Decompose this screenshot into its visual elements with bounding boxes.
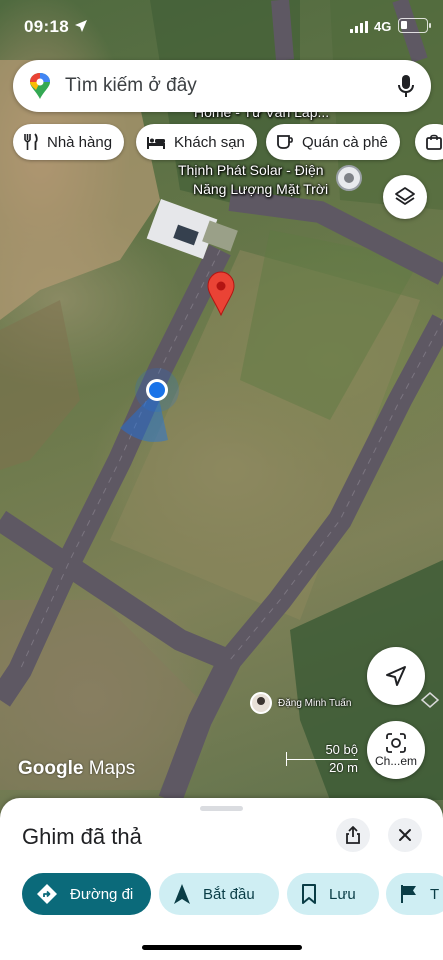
save-button[interactable]: Lưu: [287, 873, 379, 915]
chip-label: Khách sạn: [174, 133, 245, 151]
layers-icon: [395, 187, 415, 205]
lens-button[interactable]: Ch...em: [367, 721, 425, 779]
location-arrow-icon: [75, 20, 87, 32]
layers-button[interactable]: [383, 175, 427, 219]
map-scale: 50 bộ 20 m: [286, 740, 358, 776]
shared-user-name: Đặng Minh Tuấn: [278, 697, 352, 709]
chip-label: Nhà hàng: [47, 133, 113, 151]
bookmark-icon: [302, 884, 316, 904]
chip-label: Quán cà phê: [302, 133, 388, 151]
microphone-icon[interactable]: [397, 74, 415, 98]
save-label: Lưu: [329, 885, 356, 903]
close-icon: [399, 829, 411, 841]
battery-icon: [398, 18, 431, 33]
navigation-arrow-icon: [174, 884, 190, 904]
label-label: T: [430, 885, 440, 903]
shopping-bag-icon: [426, 134, 442, 150]
category-chips: Nhà hàng Khách sạn Quán cà phê: [13, 124, 443, 160]
scale-imperial: 50 bộ: [325, 742, 358, 757]
sheet-title: Ghim đã thả: [22, 824, 142, 849]
shared-location-marker[interactable]: Đặng Minh Tuấn: [250, 692, 351, 714]
share-icon: [346, 826, 360, 844]
action-buttons: Đường đi Bắt đầu Lưu T: [22, 873, 443, 915]
avatar: [250, 692, 272, 714]
google-maps-logo: Google Maps: [18, 758, 135, 780]
close-button[interactable]: [388, 818, 422, 852]
flag-icon: [401, 885, 416, 903]
search-bar[interactable]: Tìm kiếm ở đây: [13, 60, 431, 112]
bed-icon: [147, 137, 165, 149]
camera-lens-icon: [386, 732, 406, 753]
google-wordmark: Google: [18, 758, 84, 779]
signal-bars-icon: [350, 21, 368, 33]
chip-restaurants[interactable]: Nhà hàng: [13, 124, 125, 160]
start-button[interactable]: Bắt đầu: [159, 873, 279, 915]
poi-label-line2[interactable]: Năng Lượng Mặt Trời: [193, 181, 328, 197]
directions-icon: [37, 884, 57, 904]
scale-metric: 20 m: [329, 760, 358, 775]
google-maps-pin-icon: [30, 73, 50, 99]
coffee-cup-icon: [277, 135, 293, 149]
sheet-drag-handle[interactable]: [200, 806, 243, 811]
share-button[interactable]: [336, 818, 370, 852]
maps-wordmark: Maps: [88, 758, 136, 779]
place-sheet[interactable]: Ghim đã thả Đường đi Bắt đầu Lưu T: [0, 798, 443, 960]
label-button[interactable]: T: [386, 873, 443, 915]
network-type: 4G: [374, 19, 392, 34]
navigation-arrow-icon: [386, 666, 406, 686]
fork-knife-icon: [24, 133, 38, 150]
my-location-button[interactable]: [367, 647, 425, 705]
search-input[interactable]: Tìm kiếm ở đây: [65, 75, 197, 97]
status-time: 09:18: [24, 17, 69, 36]
directions-button[interactable]: Đường đi: [22, 873, 151, 915]
chip-hotels[interactable]: Khách sạn: [136, 124, 257, 160]
start-label: Bắt đầu: [203, 885, 255, 903]
chip-shopping[interactable]: [415, 124, 443, 160]
poi-label-line1[interactable]: Thịnh Phát Solar - Điện: [178, 162, 324, 178]
home-indicator[interactable]: [142, 945, 302, 950]
poi-marker-icon[interactable]: [336, 165, 362, 191]
chip-coffee[interactable]: Quán cà phê: [266, 124, 400, 160]
directions-label: Đường đi: [70, 885, 134, 903]
status-bar: 09:18 4G: [0, 0, 443, 52]
lens-label: Ch...em: [374, 753, 417, 768]
